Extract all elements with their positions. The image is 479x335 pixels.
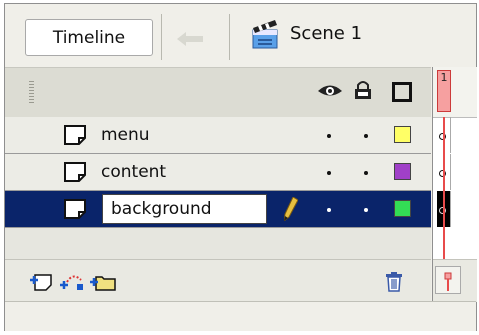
timeline-button[interactable]: Timeline bbox=[25, 19, 153, 56]
add-motion-guide-icon[interactable] bbox=[59, 272, 85, 292]
timeline-button-label: Timeline bbox=[52, 27, 126, 48]
frames-toolbar bbox=[433, 259, 477, 302]
outline-color-swatch[interactable] bbox=[394, 126, 411, 143]
lock-icon[interactable] bbox=[354, 80, 372, 100]
layer-row-background[interactable] bbox=[5, 191, 431, 228]
visibility-dot[interactable] bbox=[327, 134, 331, 138]
layer-page-icon bbox=[64, 199, 86, 219]
timeline-top-bar: Timeline Scene 1 bbox=[5, 4, 476, 66]
trash-icon[interactable] bbox=[385, 272, 403, 292]
insert-folder-icon[interactable] bbox=[89, 272, 117, 292]
eye-icon[interactable] bbox=[317, 82, 343, 98]
status-bar bbox=[5, 301, 476, 331]
layer-toolbar bbox=[5, 259, 431, 302]
layer-page-icon bbox=[64, 125, 86, 145]
layer-name-input[interactable] bbox=[102, 194, 267, 224]
clapperboard-icon bbox=[252, 20, 278, 49]
drag-grip[interactable] bbox=[29, 81, 34, 103]
layer-name: content bbox=[101, 162, 167, 182]
layer-header bbox=[5, 67, 431, 118]
layer-row-menu[interactable]: menu bbox=[5, 117, 431, 154]
frame-number: 1 bbox=[440, 71, 448, 84]
layer-page-icon bbox=[64, 162, 86, 182]
pencil-icon bbox=[284, 197, 298, 221]
center-frame-button[interactable] bbox=[435, 266, 461, 294]
insert-layer-icon[interactable] bbox=[29, 272, 53, 292]
outline-icon[interactable] bbox=[392, 82, 412, 102]
back-arrow-button[interactable] bbox=[168, 26, 212, 52]
layer-list: menu content bbox=[5, 117, 431, 259]
frame-ruler[interactable]: 1 bbox=[433, 67, 477, 118]
frames-area[interactable]: 1 bbox=[432, 67, 477, 302]
lock-dot[interactable] bbox=[364, 171, 368, 175]
visibility-dot[interactable] bbox=[327, 208, 331, 212]
back-arrow-icon bbox=[177, 32, 203, 46]
visibility-dot[interactable] bbox=[327, 171, 331, 175]
center-frame-icon bbox=[444, 272, 452, 291]
playhead[interactable]: 1 bbox=[437, 70, 451, 112]
outline-color-swatch[interactable] bbox=[394, 163, 411, 180]
scene-label[interactable]: Scene 1 bbox=[290, 23, 362, 44]
separator bbox=[229, 14, 230, 60]
layer-row-content[interactable]: content bbox=[5, 154, 431, 191]
separator bbox=[161, 14, 162, 60]
timeline-panel: Timeline Scene 1 menu content background… bbox=[4, 3, 477, 331]
outline-color-swatch[interactable] bbox=[394, 200, 411, 217]
lock-dot[interactable] bbox=[364, 134, 368, 138]
lock-dot[interactable] bbox=[364, 208, 368, 212]
layer-name: menu bbox=[101, 125, 150, 145]
